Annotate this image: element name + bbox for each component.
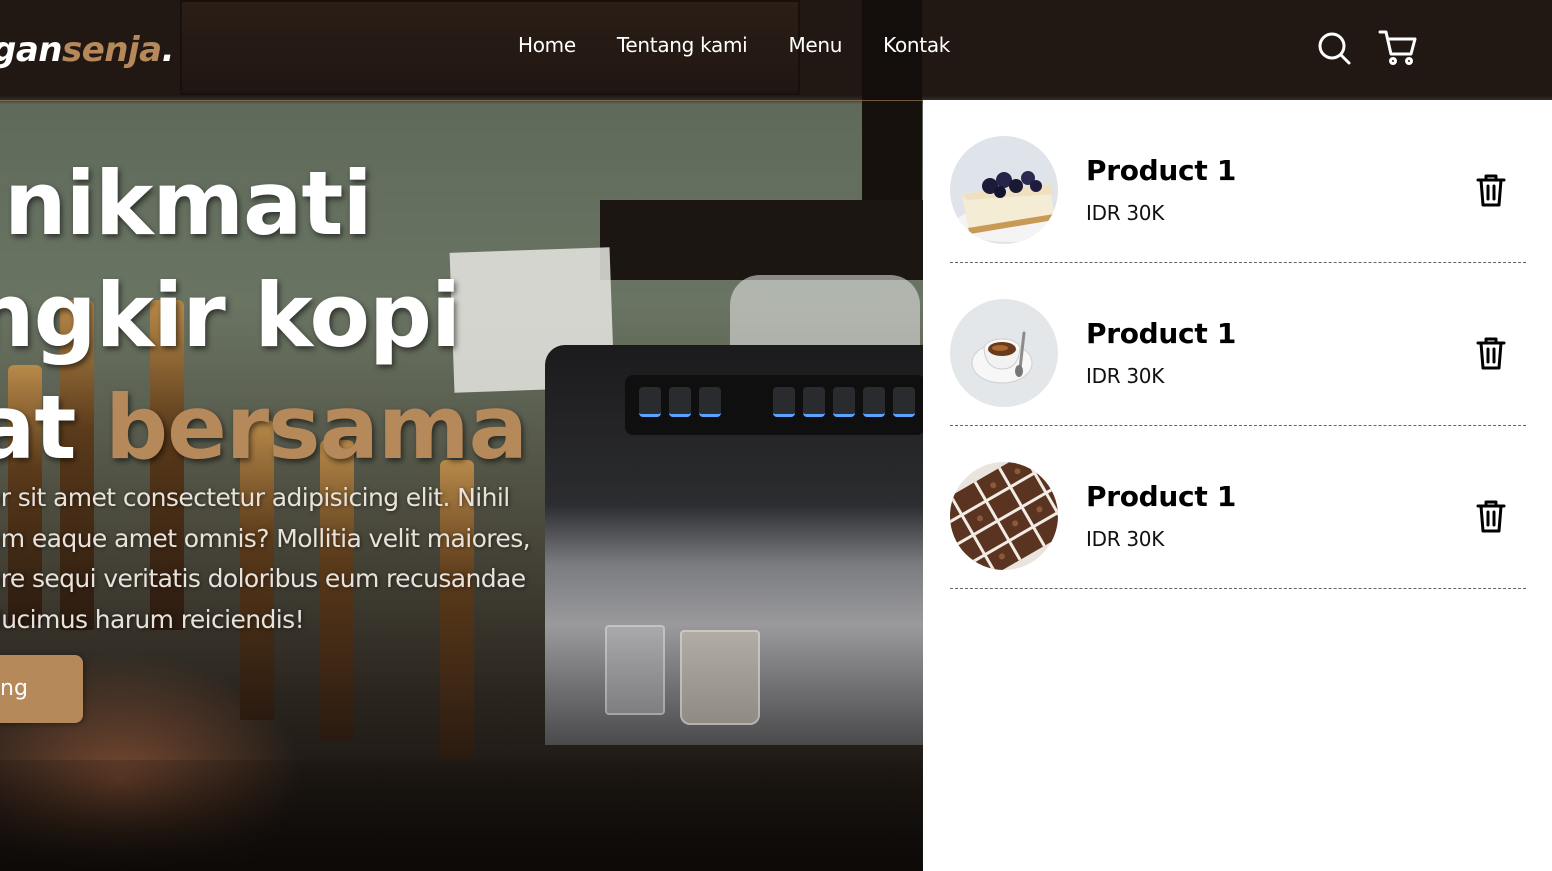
cart-item-info: Product 1 IDR 30K: [1086, 154, 1236, 225]
hero-title-line-1: nikmati: [4, 152, 373, 255]
cart-item: Product 1 IDR 30K: [950, 263, 1526, 426]
nav-link-kontak[interactable]: Kontak: [883, 33, 950, 57]
product-image-espresso: [950, 299, 1058, 407]
cart-item: Product 1 IDR 30K: [950, 100, 1526, 263]
cart-item-price: IDR 30K: [1086, 364, 1165, 388]
cart-item-price: IDR 30K: [1086, 527, 1165, 551]
cart-item-info: Product 1 IDR 30K: [1086, 480, 1236, 551]
hero-description: or sit amet consectetur adipisicing elit…: [0, 483, 531, 634]
cart-item-info: Product 1 IDR 30K: [1086, 317, 1236, 388]
counter-shadow: [0, 760, 922, 871]
product-image-cheesecake: [950, 136, 1058, 244]
machine-panel-decor: [625, 375, 925, 435]
brand-logo[interactable]: gansenja.: [0, 30, 175, 70]
cart-item-name: Product 1: [1086, 317, 1237, 350]
nav-link-home[interactable]: Home: [518, 33, 576, 57]
hero-title-line-2: ngkir kopi: [0, 264, 461, 367]
nav-link-menu[interactable]: Menu: [788, 33, 842, 57]
navbar: gansenja. Home Tentang kami Menu Kontak: [0, 0, 1552, 101]
shelf-decor: [600, 200, 930, 280]
cart-item-price: IDR 30K: [1086, 201, 1165, 225]
search-icon[interactable]: [1316, 28, 1352, 68]
trash-icon[interactable]: [1473, 498, 1509, 534]
nav-icons: [1316, 28, 1417, 68]
nav-link-tentang-kami[interactable]: Tentang kami: [617, 33, 748, 57]
cta-button[interactable]: ng: [0, 655, 83, 723]
glass-decor: [680, 630, 760, 725]
cart-item: Product 1 IDR 30K: [950, 426, 1526, 589]
hero-title-line-3: at bersama: [0, 376, 528, 479]
nav-links: Home Tentang kami Menu Kontak: [518, 33, 991, 57]
glass-decor: [605, 625, 665, 715]
cart-item-name: Product 1: [1086, 154, 1237, 187]
hero-title: nikmati ngkir kopi at bersama: [0, 148, 624, 484]
trash-icon[interactable]: [1473, 172, 1509, 208]
cart-item-name: Product 1: [1086, 480, 1237, 513]
product-image-brownies: [950, 462, 1058, 570]
shopping-cart-panel: Product 1 IDR 30K Product 1 IDR 30K Prod…: [923, 100, 1552, 871]
shopping-cart-icon[interactable]: [1378, 28, 1417, 68]
cups-decor: [730, 275, 920, 355]
trash-icon[interactable]: [1473, 335, 1509, 371]
